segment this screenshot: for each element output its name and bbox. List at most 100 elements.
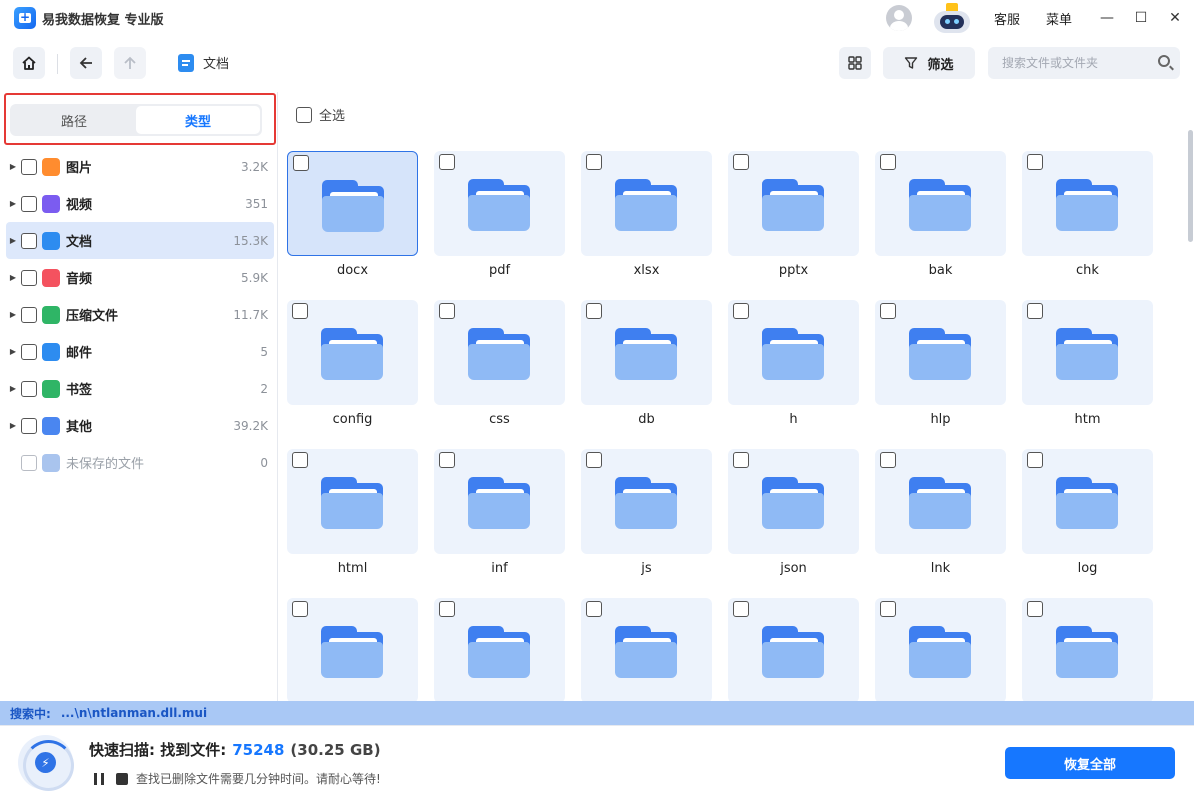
stop-icon[interactable] (116, 772, 128, 785)
category-checkbox[interactable] (21, 232, 37, 249)
user-avatar-icon[interactable] (885, 5, 912, 31)
select-all[interactable]: 全选 (295, 105, 345, 124)
folder-card[interactable] (1022, 300, 1153, 405)
folder-checkbox[interactable] (733, 452, 749, 468)
expand-arrow-icon[interactable]: ▶ (6, 199, 20, 208)
scrollbar-thumb[interactable] (1188, 130, 1193, 242)
folder-checkbox[interactable] (439, 154, 455, 170)
folder-checkbox[interactable] (733, 601, 749, 617)
expand-arrow-icon[interactable]: ▶ (6, 384, 20, 393)
folder-checkbox[interactable] (586, 303, 602, 319)
recover-all-button[interactable]: 恢复全部 (1005, 747, 1175, 779)
category-checkbox[interactable] (21, 380, 37, 397)
folder-card[interactable] (728, 598, 859, 701)
folder-checkbox[interactable] (733, 154, 749, 170)
maximize-icon[interactable]: ☐ (1124, 0, 1158, 36)
folder-card[interactable] (1022, 151, 1153, 256)
sidebar-item-unsaved[interactable]: 未保存的文件 0 (6, 444, 274, 481)
assistant-robot-icon[interactable] (930, 3, 974, 33)
sidebar-item-audio[interactable]: ▶ 音频 5.9K (6, 259, 274, 296)
close-icon[interactable]: ✕ (1158, 0, 1192, 36)
category-checkbox[interactable] (21, 158, 37, 175)
sidebar-item-video[interactable]: ▶ 视频 351 (6, 185, 274, 222)
sidebar-item-label: 文档 (66, 235, 93, 250)
search-icon[interactable] (1158, 55, 1170, 67)
up-button[interactable] (114, 47, 146, 79)
expand-arrow-icon[interactable]: ▶ (6, 273, 20, 282)
folder-card[interactable] (287, 598, 418, 701)
folder-card[interactable] (287, 300, 418, 405)
folder-checkbox[interactable] (292, 303, 308, 319)
scan-progress-ring: ⚡ (18, 735, 74, 791)
expand-arrow-icon[interactable]: ▶ (6, 347, 20, 356)
expand-arrow-icon[interactable]: ▶ (6, 421, 20, 430)
home-button[interactable] (13, 47, 45, 79)
back-button[interactable] (70, 47, 102, 79)
folder-card[interactable] (1022, 598, 1153, 701)
category-checkbox[interactable] (21, 454, 37, 471)
category-checkbox[interactable] (21, 417, 37, 434)
folder-checkbox[interactable] (1027, 303, 1043, 319)
category-checkbox[interactable] (21, 195, 37, 212)
folder-card[interactable] (875, 300, 1006, 405)
folder-checkbox[interactable] (586, 601, 602, 617)
sidebar-item-archive[interactable]: ▶ 压缩文件 11.7K (6, 296, 274, 333)
minimize-icon[interactable]: — (1090, 0, 1124, 36)
sidebar-item-mail[interactable]: ▶ 邮件 5 (6, 333, 274, 370)
filter-button[interactable]: 筛选 (883, 47, 975, 79)
category-checkbox[interactable] (21, 306, 37, 323)
folder-card[interactable] (581, 300, 712, 405)
folder-checkbox[interactable] (439, 452, 455, 468)
folder-card[interactable] (287, 151, 418, 256)
folder-card[interactable] (875, 151, 1006, 256)
sidebar-item-bookmark[interactable]: ▶ 书签 2 (6, 370, 274, 407)
folder-card[interactable] (581, 151, 712, 256)
tab-type[interactable]: 类型 (136, 106, 260, 134)
folder-checkbox[interactable] (1027, 601, 1043, 617)
grid-view-button[interactable] (839, 47, 871, 79)
customer-service-link[interactable]: 客服 (994, 9, 1020, 28)
folder-checkbox[interactable] (293, 155, 309, 171)
folder-card[interactable] (875, 598, 1006, 701)
expand-arrow-icon[interactable]: ▶ (6, 162, 20, 171)
menu-link[interactable]: 菜单 (1046, 9, 1072, 28)
folder-card[interactable] (434, 300, 565, 405)
expand-arrow-icon[interactable]: ▶ (6, 236, 20, 245)
pause-icon[interactable] (94, 772, 104, 785)
folder-checkbox[interactable] (1027, 452, 1043, 468)
folder-card[interactable] (1022, 449, 1153, 554)
folder-card[interactable] (728, 300, 859, 405)
expand-arrow-icon[interactable]: ▶ (6, 310, 20, 319)
breadcrumb[interactable]: 文档 (178, 53, 229, 72)
folder-checkbox[interactable] (1027, 154, 1043, 170)
folder-checkbox[interactable] (880, 452, 896, 468)
folder-checkbox[interactable] (733, 303, 749, 319)
folder-checkbox[interactable] (586, 154, 602, 170)
category-checkbox[interactable] (21, 343, 37, 360)
tab-path[interactable]: 路径 (12, 106, 136, 134)
folder-card[interactable] (875, 449, 1006, 554)
folder-checkbox[interactable] (292, 601, 308, 617)
folder-checkbox[interactable] (880, 601, 896, 617)
category-checkbox[interactable] (21, 269, 37, 286)
folder-card[interactable] (728, 449, 859, 554)
sidebar-item-document[interactable]: ▶ 文档 15.3K (6, 222, 274, 259)
folder-checkbox[interactable] (880, 303, 896, 319)
folder-card[interactable] (728, 151, 859, 256)
folder-checkbox[interactable] (439, 303, 455, 319)
folder-card[interactable] (434, 151, 565, 256)
folder-checkbox[interactable] (880, 154, 896, 170)
folder-card[interactable] (434, 598, 565, 701)
folder-card[interactable] (581, 449, 712, 554)
folder-checkbox[interactable] (292, 452, 308, 468)
folder-card[interactable] (287, 449, 418, 554)
select-all-checkbox[interactable] (296, 106, 312, 123)
sidebar-item-image[interactable]: ▶ 图片 3.2K (6, 148, 274, 185)
folder-card[interactable] (434, 449, 565, 554)
folder-card[interactable] (581, 598, 712, 701)
folder-checkbox[interactable] (439, 601, 455, 617)
sidebar-item-folder-other[interactable]: ▶ 其他 39.2K (6, 407, 274, 444)
search-box[interactable] (988, 47, 1180, 79)
folder-checkbox[interactable] (586, 452, 602, 468)
search-input[interactable] (1002, 56, 1152, 70)
